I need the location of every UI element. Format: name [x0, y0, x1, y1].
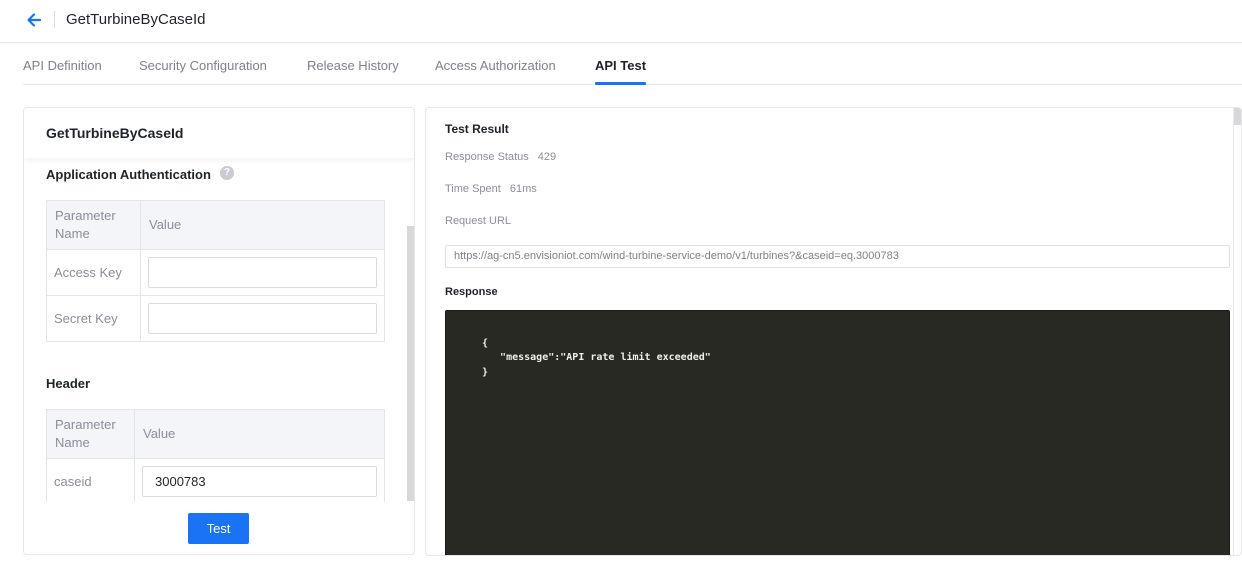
active-tab-indicator [595, 82, 646, 85]
response-status-value: 429 [537, 151, 557, 163]
page-title: GetTurbineByCaseId [66, 11, 206, 28]
time-spent-label: Time Spent [445, 183, 501, 195]
response-status: Response Status 429 [445, 151, 556, 163]
tab-security-configuration[interactable]: Security Configuration [139, 58, 267, 73]
caseid-input[interactable] [142, 466, 377, 497]
request-url-label: Request URL [445, 215, 512, 227]
scrollbar[interactable] [1234, 108, 1241, 125]
question-circle-icon[interactable]: ? [220, 166, 234, 180]
time-spent-value: 61ms [509, 183, 537, 195]
table-row: Access Key [46, 249, 385, 296]
param-value-cell [140, 249, 385, 296]
request-panel-header: GetTurbineByCaseId [24, 108, 414, 158]
app-auth-title: Application Authentication [46, 167, 211, 182]
param-name: Access Key [46, 249, 141, 296]
secret-key-input[interactable] [148, 303, 377, 334]
api-name: GetTurbineByCaseId [46, 125, 184, 141]
scrollbar[interactable] [407, 226, 414, 501]
request-url-field[interactable]: https://ag-cn5.envisioniot.com/wind-turb… [445, 245, 1230, 268]
response-status-label: Response Status [445, 151, 529, 163]
divider [54, 11, 55, 28]
test-result-title: Test Result [445, 122, 509, 136]
param-value-cell [134, 458, 385, 505]
test-result-panel: Test Result Response Status 429 Time Spen… [425, 107, 1242, 556]
arrow-left-icon[interactable] [24, 10, 44, 30]
response-body[interactable]: { "message":"API rate limit exceeded" } [445, 310, 1230, 555]
test-button[interactable]: Test [188, 513, 249, 544]
code-line: "message":"API rate limit exceeded" [482, 352, 711, 363]
code-line: } [482, 367, 489, 378]
access-key-input[interactable] [148, 257, 377, 288]
column-header: Value [134, 409, 385, 459]
code-line: { [482, 338, 489, 349]
app-auth-table: Parameter Name Value Access Key Secret K… [46, 200, 385, 342]
response-label: Response [445, 286, 498, 298]
tab-api-definition[interactable]: API Definition [23, 58, 102, 73]
request-panel-footer: Test [24, 502, 414, 554]
table-row: Secret Key [46, 295, 385, 342]
tab-bar: API Definition Security Configuration Re… [23, 44, 1242, 85]
param-value-cell [140, 295, 385, 342]
request-panel: GetTurbineByCaseId Application Authentic… [23, 107, 415, 555]
scrollbar-track [1233, 108, 1234, 555]
header-section-title: Header [46, 376, 91, 391]
column-header: Parameter Name [46, 200, 141, 250]
param-name: caseid [46, 458, 135, 505]
column-header: Parameter Name [46, 409, 135, 459]
top-bar: GetTurbineByCaseId [0, 0, 1242, 43]
tab-access-authorization[interactable]: Access Authorization [435, 58, 556, 73]
table-row: caseid [46, 458, 385, 505]
param-name: Secret Key [46, 295, 141, 342]
header-table: Parameter Name Value caseid [46, 409, 385, 505]
table-header-row: Parameter Name Value [46, 200, 385, 250]
time-spent: Time Spent 61ms [445, 183, 537, 195]
column-header: Value [140, 200, 385, 250]
tab-release-history[interactable]: Release History [307, 58, 399, 73]
tab-api-test[interactable]: API Test [595, 58, 646, 73]
table-header-row: Parameter Name Value [46, 409, 385, 459]
